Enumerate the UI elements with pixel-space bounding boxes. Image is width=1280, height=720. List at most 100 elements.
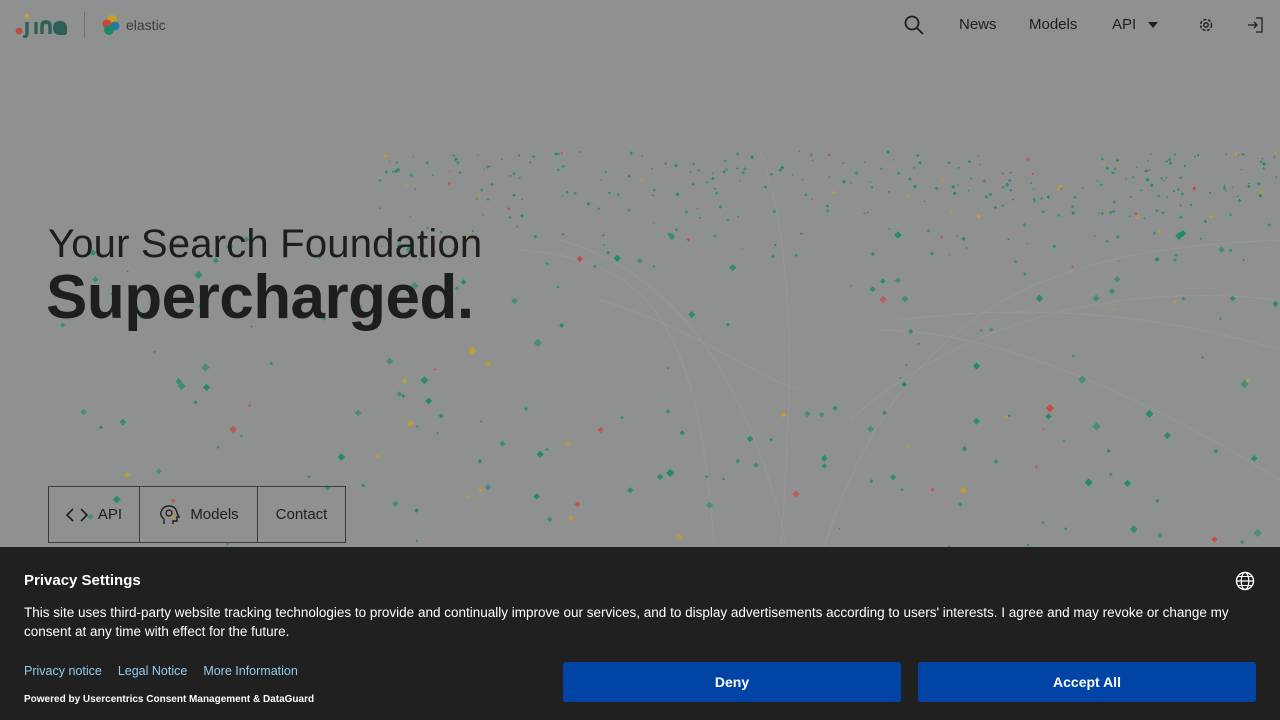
particle (544, 447, 549, 452)
particle (869, 181, 872, 184)
particle (842, 162, 845, 165)
particle (545, 262, 549, 266)
particle (1112, 200, 1117, 205)
particle (664, 162, 667, 165)
particle-strand (899, 311, 1280, 351)
particle (1128, 215, 1131, 218)
particle (828, 175, 831, 179)
gear-icon[interactable] (1197, 16, 1215, 34)
chevron-down-icon[interactable] (1147, 19, 1159, 31)
particle (478, 487, 484, 493)
particle (710, 176, 715, 181)
particle (1241, 152, 1245, 156)
legal-notice-link[interactable]: Legal Notice (118, 664, 188, 678)
particle (1112, 307, 1116, 311)
particle (811, 159, 814, 162)
particle (1167, 157, 1172, 162)
particle (1173, 152, 1177, 157)
particle-strand (849, 295, 1280, 421)
particle (1131, 175, 1135, 179)
particle (988, 327, 994, 332)
login-icon[interactable] (1246, 16, 1264, 34)
particle (80, 408, 87, 416)
particle (842, 179, 847, 184)
particle (1106, 448, 1111, 453)
particle (1148, 168, 1152, 172)
particle (1070, 265, 1075, 269)
nav-models[interactable]: Models (1029, 16, 1077, 33)
particle (602, 243, 606, 247)
particle (869, 286, 876, 293)
particle (1073, 195, 1077, 199)
particle (780, 165, 785, 170)
particle (512, 193, 516, 197)
privacy-notice-link[interactable]: Privacy notice (24, 664, 102, 678)
particle (1228, 248, 1233, 253)
particle (1035, 294, 1044, 303)
particle (1093, 234, 1096, 238)
particle (769, 438, 773, 442)
particle (1013, 259, 1018, 264)
particle (155, 468, 162, 475)
particle (1157, 532, 1163, 538)
particle (396, 391, 403, 397)
particle (1259, 160, 1263, 164)
particle (1155, 209, 1159, 213)
particle (433, 368, 437, 371)
particle (627, 208, 631, 212)
particle (1099, 183, 1103, 187)
particle (886, 150, 891, 155)
particle (827, 153, 831, 157)
models-button[interactable]: Models (139, 487, 257, 542)
particle (951, 184, 956, 189)
particle (1134, 212, 1138, 216)
particle (1113, 275, 1121, 283)
particle (674, 163, 678, 168)
particle (896, 171, 901, 176)
particle (1165, 160, 1169, 163)
particle (771, 254, 775, 259)
particle (729, 264, 737, 272)
jina-logo[interactable] (14, 12, 70, 38)
particle (1234, 151, 1239, 156)
particle (561, 232, 565, 236)
particle (1179, 204, 1182, 207)
particle (1256, 181, 1261, 186)
elastic-logo[interactable]: elastic (100, 14, 166, 36)
more-information-link[interactable]: More Information (203, 664, 297, 678)
particle (1108, 210, 1113, 215)
particle (480, 188, 484, 192)
particle (608, 191, 611, 195)
nav-api[interactable]: API (1112, 16, 1136, 33)
particle (988, 192, 993, 197)
particle (452, 153, 456, 158)
particle (269, 361, 274, 366)
particle (392, 500, 399, 508)
particle (216, 445, 220, 449)
particle (479, 420, 483, 423)
particle (1023, 272, 1027, 276)
globe-language-icon[interactable] (1235, 571, 1255, 591)
particle (1245, 378, 1250, 383)
particle (960, 487, 967, 494)
particle (1180, 192, 1185, 196)
particle (961, 236, 966, 241)
particle (597, 207, 601, 211)
particle (679, 430, 685, 436)
particle (711, 172, 714, 175)
particle (1223, 184, 1226, 187)
deny-button[interactable]: Deny (563, 662, 901, 702)
nav-news[interactable]: News (959, 16, 997, 33)
particle (375, 454, 381, 460)
particle (1041, 520, 1046, 525)
particle (1124, 177, 1128, 181)
search-icon[interactable] (903, 14, 925, 36)
particle (696, 207, 699, 210)
accept-all-button[interactable]: Accept All (918, 662, 1256, 702)
contact-button[interactable]: Contact (257, 487, 345, 542)
particle (1218, 246, 1225, 254)
particle (1261, 157, 1264, 160)
particle (1145, 177, 1150, 183)
particle (1197, 172, 1199, 174)
api-button[interactable]: API (49, 487, 139, 542)
